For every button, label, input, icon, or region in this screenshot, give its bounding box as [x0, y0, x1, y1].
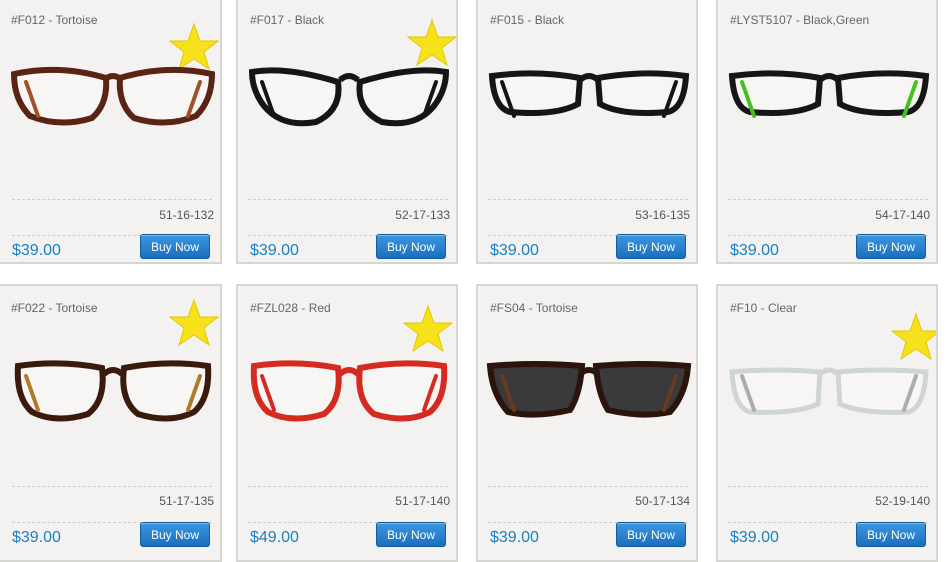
- product-card[interactable]: #FZL028 - Red 51-17-140 $49.00 Buy Now: [236, 284, 458, 562]
- product-price: $39.00: [12, 529, 61, 546]
- product-price: $39.00: [490, 529, 539, 546]
- product-title[interactable]: #F017 - Black: [250, 13, 324, 27]
- product-card[interactable]: #F012 - Tortoise 51-16-132 $39.00 Buy No…: [0, 0, 222, 264]
- frame-size: 51-17-140: [395, 494, 450, 508]
- product-title[interactable]: #LYST5107 - Black,Green: [730, 13, 869, 27]
- product-title[interactable]: #F022 - Tortoise: [11, 301, 98, 315]
- product-grid: #F012 - Tortoise 51-16-132 $39.00 Buy No…: [0, 0, 949, 562]
- buy-now-button[interactable]: Buy Now: [140, 234, 210, 259]
- right-lens: [356, 67, 450, 127]
- frame-size: 51-17-135: [159, 494, 214, 508]
- frame-size: 52-19-140: [875, 494, 930, 508]
- star-icon: [402, 304, 454, 353]
- divider: [728, 199, 928, 200]
- glasses-image: [488, 70, 690, 118]
- product-card[interactable]: #F10 - Clear 52-19-140 $39.00 Buy Now: [716, 284, 938, 562]
- buy-now-button[interactable]: Buy Now: [376, 234, 446, 259]
- glasses-image: [14, 360, 212, 422]
- product-price: $39.00: [730, 242, 779, 259]
- bridge: [818, 73, 840, 83]
- right-lens: [835, 367, 929, 415]
- buy-now-button[interactable]: Buy Now: [616, 234, 686, 259]
- product-price: $39.00: [250, 242, 299, 259]
- left-lens: [729, 367, 823, 415]
- product-price: $49.00: [250, 529, 299, 546]
- glasses-image: [10, 66, 216, 126]
- divider: [488, 486, 688, 487]
- product-title[interactable]: #FS04 - Tortoise: [490, 301, 578, 315]
- product-title[interactable]: #F015 - Black: [490, 13, 564, 27]
- frame-size: 50-17-134: [635, 494, 690, 508]
- product-card[interactable]: #LYST5107 - Black,Green 54-17-140 $39.00…: [716, 0, 938, 264]
- frame-size: 54-17-140: [875, 208, 930, 222]
- divider: [248, 199, 448, 200]
- bridge: [102, 367, 124, 377]
- glasses-image: [248, 67, 450, 127]
- divider: [12, 199, 212, 200]
- right-lens: [116, 66, 216, 126]
- left-lens: [486, 361, 586, 418]
- frame-size: 52-17-133: [395, 208, 450, 222]
- product-title[interactable]: #FZL028 - Red: [250, 301, 331, 315]
- glasses-image: [250, 360, 448, 422]
- bridge: [578, 73, 600, 83]
- product-card[interactable]: #F015 - Black 53-16-135 $39.00 Buy Now: [476, 0, 698, 264]
- divider: [248, 486, 448, 487]
- frame-size: 53-16-135: [635, 208, 690, 222]
- star-icon: [168, 298, 220, 347]
- glasses-image: [486, 361, 692, 418]
- divider: [728, 486, 928, 487]
- product-card[interactable]: #F022 - Tortoise 51-17-135 $39.00 Buy No…: [0, 284, 222, 562]
- product-card[interactable]: #F017 - Black 52-17-133 $39.00 Buy Now: [236, 0, 458, 264]
- divider: [488, 199, 688, 200]
- buy-now-button[interactable]: Buy Now: [856, 522, 926, 547]
- buy-now-button[interactable]: Buy Now: [140, 522, 210, 547]
- bridge: [338, 73, 360, 83]
- frame-size: 51-16-132: [159, 208, 214, 222]
- product-price: $39.00: [730, 529, 779, 546]
- product-price: $39.00: [12, 242, 61, 259]
- buy-now-button[interactable]: Buy Now: [616, 522, 686, 547]
- bridge: [102, 73, 124, 83]
- glasses-image: [728, 70, 930, 118]
- product-title[interactable]: #F10 - Clear: [730, 301, 797, 315]
- bridge: [818, 367, 840, 376]
- left-lens: [10, 66, 110, 126]
- glasses-image: [729, 367, 929, 415]
- bridge: [578, 367, 600, 377]
- bridge: [338, 367, 360, 377]
- product-title[interactable]: #F012 - Tortoise: [11, 13, 98, 27]
- product-card[interactable]: #FS04 - Tortoise 50-17-134 $39.00 Buy No…: [476, 284, 698, 562]
- left-lens: [248, 67, 342, 127]
- buy-now-button[interactable]: Buy Now: [856, 234, 926, 259]
- buy-now-button[interactable]: Buy Now: [376, 522, 446, 547]
- right-lens: [592, 361, 692, 418]
- product-price: $39.00: [490, 242, 539, 259]
- divider: [12, 486, 212, 487]
